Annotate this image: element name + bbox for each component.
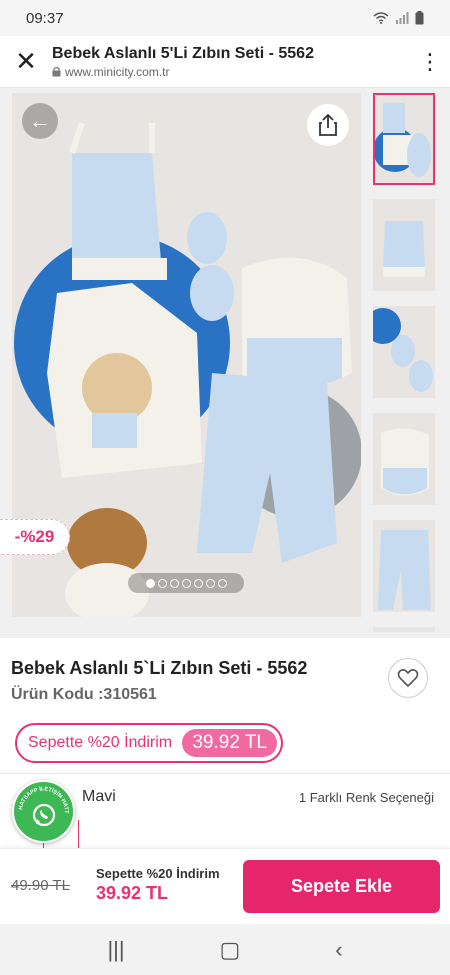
add-to-cart-button[interactable]: Sepete Ekle (243, 860, 440, 913)
recent-apps-icon[interactable]: ||| (107, 937, 124, 963)
pagination-dot[interactable] (205, 578, 215, 588)
bottom-promo-label: Sepette %20 İndirim (96, 866, 220, 881)
pagination-dot[interactable] (181, 578, 191, 588)
gallery-pagination (128, 573, 244, 593)
pagination-dot[interactable] (193, 578, 203, 588)
pagination-dot[interactable] (145, 578, 155, 588)
page-title: Bebek Aslanlı 5'Li Zıbın Seti - 5562 (52, 44, 314, 62)
divider (0, 773, 450, 774)
lock-icon (52, 66, 61, 77)
home-icon[interactable]: ▢ (220, 937, 241, 963)
thumbnail-6[interactable] (373, 627, 435, 632)
thumbnail-5[interactable] (373, 520, 435, 612)
thumbnail-3[interactable] (373, 306, 435, 398)
color-options-count[interactable]: 1 Farklı Renk Seçeneği (299, 790, 434, 805)
battery-icon (415, 11, 424, 25)
promo-price: 39.92 TL (182, 729, 277, 757)
product-code: Ürün Kodu :310561 (11, 686, 157, 703)
bottom-cart-bar: 49.90 TL Sepette %20 İndirim 39.92 TL Se… (0, 848, 450, 924)
back-arrow-icon[interactable]: ← (22, 103, 58, 139)
old-price: 49.90 TL (11, 877, 70, 894)
promo-pill: Sepette %20 İndirim 39.92 TL (15, 723, 283, 763)
pagination-dot[interactable] (217, 578, 227, 588)
url-text: www.minicity.com.tr (65, 64, 170, 79)
browser-titles: Bebek Aslanlı 5'Li Zıbın Seti - 5562 www… (52, 45, 410, 79)
status-icons (373, 11, 424, 25)
whatsapp-label: WHATSAPP İLETİŞİM HATTI (14, 782, 69, 814)
thumbnail-4[interactable] (373, 413, 435, 505)
heart-icon (397, 669, 419, 688)
url-row: www.minicity.com.tr (52, 65, 410, 79)
svg-text:WHATSAPP İLETİŞİM HATTI: WHATSAPP İLETİŞİM HATTI (14, 782, 69, 814)
thumbnail-2[interactable] (373, 199, 435, 291)
pagination-dot[interactable] (157, 578, 167, 588)
whatsapp-button[interactable]: WHATSAPP İLETİŞİM HATTI (12, 780, 75, 843)
favorite-button[interactable] (388, 658, 428, 698)
close-icon[interactable]: ✕ (0, 46, 52, 77)
selected-color-label: Mavi (82, 788, 116, 805)
promo-label: Sepette %20 İndirim (28, 734, 173, 751)
discount-badge: -%29 (0, 519, 70, 555)
thumbnail-1[interactable] (373, 93, 435, 185)
back-icon[interactable]: ‹ (335, 937, 342, 963)
signal-icon (396, 12, 409, 24)
status-time: 09:37 (26, 9, 64, 27)
wifi-icon (373, 12, 389, 24)
bottom-promo-price: 39.92 TL (96, 883, 169, 903)
more-options-icon[interactable]: ⋮ (410, 49, 450, 75)
browser-header: ✕ Bebek Aslanlı 5'Li Zıbın Seti - 5562 w… (0, 36, 450, 88)
share-icon[interactable] (307, 104, 349, 146)
whatsapp-icon: WHATSAPP İLETİŞİM HATTI (14, 782, 69, 827)
product-name: Bebek Aslanlı 5`Li Zıbın Seti - 5562 (11, 658, 308, 678)
status-bar: 09:37 (0, 0, 450, 36)
pagination-dot[interactable] (169, 578, 179, 588)
system-nav-bar: ||| ▢ ‹ (0, 924, 450, 975)
